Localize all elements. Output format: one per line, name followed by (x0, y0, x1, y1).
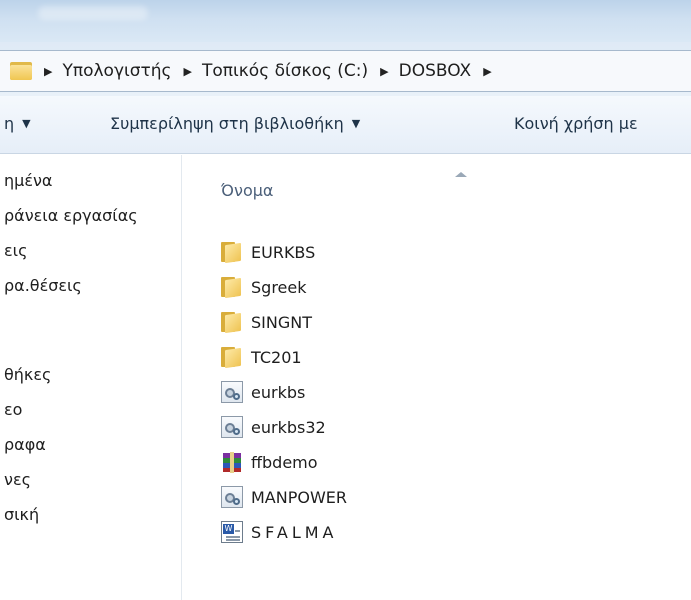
breadcrumb-chevron-icon[interactable]: ▶ (483, 65, 491, 78)
file-name: SFALMA (251, 522, 338, 542)
window-title-bar (0, 0, 691, 42)
file-row[interactable]: W SFALMA (221, 518, 338, 546)
breadcrumb-chevron-icon[interactable]: ▶ (184, 65, 192, 78)
word-document-icon: W (221, 521, 243, 543)
file-name: ffbdemo (251, 452, 318, 472)
title-bar-glow (38, 6, 148, 20)
folder-icon (221, 276, 243, 299)
file-row[interactable]: EURKBS (221, 238, 315, 266)
folder-icon (221, 241, 243, 264)
breadcrumb-computer[interactable]: Υπολογιστής (62, 61, 171, 81)
file-name: Sgreek (251, 277, 307, 297)
nav-item[interactable]: ραφα (4, 435, 46, 454)
file-name: SINGNT (251, 312, 312, 332)
column-header-name[interactable]: Όνομα (221, 181, 273, 200)
share-with-button[interactable]: Κοινή χρήση με (514, 114, 638, 133)
file-name: EURKBS (251, 242, 316, 262)
file-name: eurkbs (251, 382, 306, 402)
file-row[interactable]: SINGNT (221, 308, 312, 336)
file-row[interactable]: eurkbs (221, 378, 305, 406)
file-row[interactable]: eurkbs32 (221, 413, 326, 441)
executable-icon (221, 381, 243, 403)
folder-icon (10, 60, 32, 82)
file-name: MANPOWER (251, 487, 348, 507)
executable-icon (221, 416, 243, 438)
include-in-library-label: Συμπερίληψη στη βιβλιοθήκη (110, 114, 344, 133)
sort-ascending-icon (455, 172, 467, 177)
dropdown-arrow-icon: ▼ (351, 117, 361, 130)
dropdown-arrow-icon: ▼ (22, 117, 31, 130)
folder-icon (221, 311, 243, 334)
executable-icon (221, 486, 243, 508)
file-name: eurkbs32 (251, 417, 326, 437)
include-in-library-button[interactable]: Συμπερίληψη στη βιβλιοθήκη ▼ (110, 114, 360, 133)
breadcrumb-chevron-icon[interactable]: ▶ (44, 65, 52, 78)
nav-item[interactable]: σική (4, 505, 39, 524)
nav-item[interactable]: θήκες (4, 365, 51, 384)
share-with-label: Κοινή χρήση με (514, 114, 638, 133)
nav-item[interactable]: εις (4, 241, 27, 260)
nav-item[interactable]: ημένα (4, 171, 52, 190)
file-name: TC201 (251, 347, 302, 367)
winrar-archive-icon (221, 451, 243, 473)
nav-item[interactable]: ράνεια εργασίας (4, 206, 138, 225)
navigation-pane: ημένα ράνεια εργασίας εις ρα.θέσεις θήκε… (0, 155, 182, 600)
address-bar[interactable]: ▶ Υπολογιστής ▶ Τοπικός δίσκος (C:) ▶ DO… (0, 50, 691, 92)
file-row[interactable]: MANPOWER (221, 483, 347, 511)
file-row[interactable]: Sgreek (221, 273, 307, 301)
breadcrumb-dosbox[interactable]: DOSBOX (399, 61, 472, 81)
breadcrumb-chevron-icon[interactable]: ▶ (380, 65, 388, 78)
nav-item[interactable]: ρα.θέσεις (4, 276, 82, 295)
breadcrumb-local-disk[interactable]: Τοπικός δίσκος (C:) (202, 61, 368, 81)
nav-item[interactable]: νες (4, 470, 31, 489)
organize-button[interactable]: η ▼ (4, 114, 31, 133)
file-row[interactable]: ffbdemo (221, 448, 318, 476)
file-row[interactable]: TC201 (221, 343, 302, 371)
file-list: Όνομα EURKBS Sgreek SINGNT TC201 eurkbs … (183, 155, 691, 600)
folder-icon (221, 346, 243, 369)
command-toolbar: η ▼ Συμπερίληψη στη βιβλιοθήκη ▼ Κοινή χ… (0, 96, 691, 154)
address-bar-area: ▶ Υπολογιστής ▶ Τοπικός δίσκος (C:) ▶ DO… (0, 42, 691, 96)
organize-button-label: η (4, 114, 15, 133)
nav-item[interactable]: εο (4, 400, 22, 419)
